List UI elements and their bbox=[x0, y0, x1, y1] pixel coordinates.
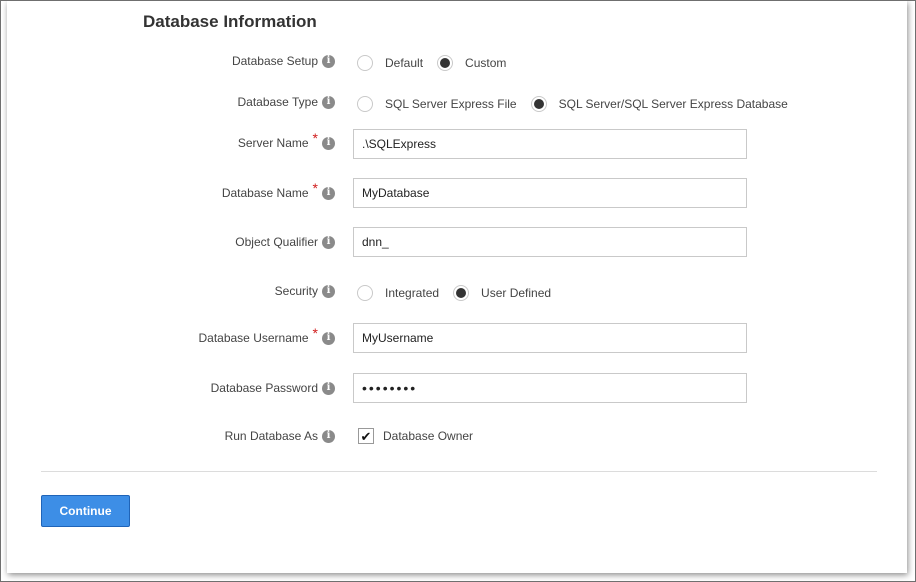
info-icon[interactable]: i bbox=[322, 54, 335, 68]
info-icon[interactable]: i bbox=[322, 381, 335, 395]
info-icon[interactable]: i bbox=[322, 235, 335, 249]
server-name-control bbox=[353, 127, 747, 161]
database-owner-label[interactable]: Database Owner bbox=[383, 429, 473, 443]
server-name-label: Server Name bbox=[237, 136, 309, 150]
info-icon[interactable]: i bbox=[322, 186, 335, 200]
object-qualifier-label: Object Qualifier bbox=[235, 235, 318, 249]
security-user-defined-radio[interactable] bbox=[453, 285, 470, 301]
database-name-input[interactable] bbox=[353, 178, 747, 208]
database-name-row: Database Name * i bbox=[7, 176, 907, 210]
database-name-label: Database Name bbox=[221, 186, 309, 200]
server-name-label-group: Server Name * i bbox=[238, 126, 335, 160]
database-password-input[interactable] bbox=[353, 373, 747, 403]
database-setup-custom-radio[interactable] bbox=[437, 55, 454, 71]
security-integrated-label[interactable]: Integrated bbox=[385, 286, 439, 300]
required-marker: * bbox=[312, 130, 318, 146]
database-type-label-group: Database Type i bbox=[237, 85, 335, 119]
required-marker: * bbox=[312, 325, 318, 341]
server-name-input[interactable] bbox=[353, 129, 747, 159]
database-type-sql-server-radio[interactable] bbox=[530, 96, 547, 112]
info-icon[interactable]: i bbox=[322, 136, 335, 150]
database-password-row: Database Password i bbox=[7, 371, 907, 405]
database-password-label-group: Database Password i bbox=[211, 371, 335, 405]
required-marker: * bbox=[312, 180, 318, 196]
database-name-label-group: Database Name * i bbox=[222, 176, 335, 210]
database-type-label: Database Type bbox=[237, 95, 318, 109]
database-username-label: Database Username bbox=[198, 331, 309, 345]
info-icon[interactable]: i bbox=[322, 95, 335, 109]
database-password-control bbox=[353, 371, 747, 405]
database-password-label: Database Password bbox=[210, 381, 318, 395]
database-username-row: Database Username * i bbox=[7, 321, 907, 355]
database-setup-custom-label[interactable]: Custom bbox=[465, 56, 506, 70]
security-label-group: Security i bbox=[275, 274, 335, 308]
window-frame: Database Information Database Setup i De… bbox=[0, 0, 916, 582]
database-type-express-file-label[interactable]: SQL Server Express File bbox=[385, 97, 517, 111]
database-setup-default-label[interactable]: Default bbox=[385, 56, 423, 70]
server-name-row: Server Name * i bbox=[7, 126, 907, 160]
run-database-as-control: ✔ Database Owner bbox=[353, 419, 477, 453]
divider bbox=[41, 471, 877, 472]
object-qualifier-row: Object Qualifier i bbox=[7, 225, 907, 259]
database-setup-label: Database Setup bbox=[231, 54, 318, 68]
security-label: Security bbox=[274, 284, 318, 298]
info-icon[interactable]: i bbox=[322, 331, 335, 345]
run-database-as-label-group: Run Database As i bbox=[225, 419, 335, 453]
run-database-as-row: Run Database As i ✔ Database Owner bbox=[7, 419, 907, 453]
continue-button[interactable]: Continue bbox=[41, 495, 130, 527]
database-username-label-group: Database Username * i bbox=[198, 321, 335, 355]
security-user-defined-label[interactable]: User Defined bbox=[481, 286, 551, 300]
checkmark-icon: ✔ bbox=[360, 428, 372, 444]
database-type-sql-server-label[interactable]: SQL Server/SQL Server Express Database bbox=[559, 97, 788, 111]
object-qualifier-label-group: Object Qualifier i bbox=[235, 225, 335, 259]
object-qualifier-control bbox=[353, 225, 747, 259]
info-icon[interactable]: i bbox=[322, 284, 335, 298]
info-icon[interactable]: i bbox=[322, 429, 335, 443]
security-radio-group: Integrated User Defined bbox=[353, 276, 555, 310]
database-setup-row: Database Setup i Default Custom bbox=[7, 44, 907, 78]
database-setup-radio-group: Default Custom bbox=[353, 46, 510, 80]
security-row: Security i Integrated User Defined bbox=[7, 274, 907, 308]
section-title: Database Information bbox=[143, 12, 317, 31]
database-setup-label-group: Database Setup i bbox=[232, 44, 335, 78]
database-owner-checkbox[interactable]: ✔ bbox=[358, 428, 374, 444]
object-qualifier-input[interactable] bbox=[353, 227, 747, 257]
database-information-panel: Database Information Database Setup i De… bbox=[7, 1, 907, 573]
database-name-control bbox=[353, 176, 747, 210]
security-integrated-radio[interactable] bbox=[357, 285, 373, 301]
database-type-radio-group: SQL Server Express File SQL Server/SQL S… bbox=[353, 87, 792, 121]
run-database-as-label: Run Database As bbox=[224, 429, 318, 443]
database-type-express-file-radio[interactable] bbox=[357, 96, 373, 112]
database-type-row: Database Type i SQL Server Express File … bbox=[7, 85, 907, 119]
database-username-input[interactable] bbox=[353, 323, 747, 353]
database-setup-default-radio[interactable] bbox=[357, 55, 373, 71]
database-username-control bbox=[353, 321, 747, 355]
